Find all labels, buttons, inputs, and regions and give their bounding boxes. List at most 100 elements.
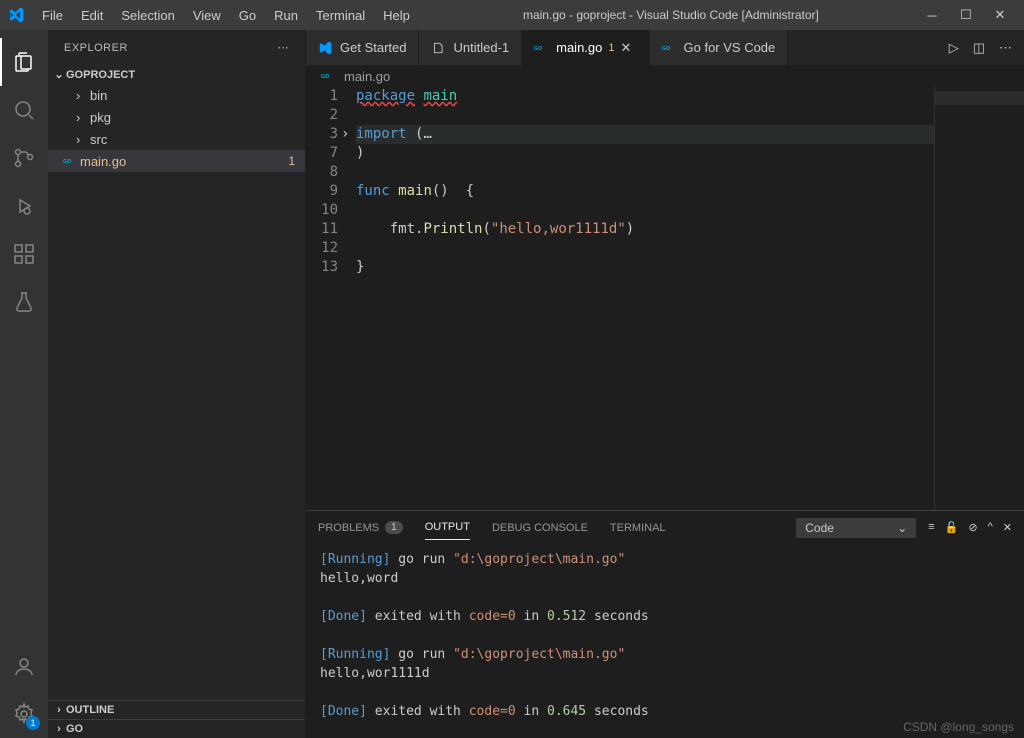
search-icon[interactable] bbox=[0, 86, 48, 134]
accounts-icon[interactable] bbox=[0, 642, 48, 690]
bottom-panel: PROBLEMS1 OUTPUT DEBUG CONSOLE TERMINAL Cod… bbox=[306, 510, 1024, 738]
svg-text:GO: GO bbox=[63, 159, 71, 165]
menu-terminal[interactable]: Terminal bbox=[308, 4, 373, 27]
project-header[interactable]: ⌄ GOPROJECT bbox=[48, 65, 305, 84]
file-tree: ›bin ›pkg ›src GO main.go 1 bbox=[48, 84, 305, 700]
output-line: [Done] exited with code=0 in 0.512 secon… bbox=[320, 607, 1010, 626]
output-line: [Running] go run "d:\goproject\main.go" bbox=[320, 645, 1010, 664]
tab-get-started[interactable]: Get Started bbox=[306, 30, 419, 65]
code-line[interactable]: package main bbox=[356, 87, 934, 106]
maximize-button[interactable]: ☐ bbox=[958, 7, 974, 23]
tab-main-go[interactable]: GOmain.go1✕ bbox=[522, 30, 649, 65]
tab-icon bbox=[431, 41, 447, 55]
menu-view[interactable]: View bbox=[185, 4, 229, 27]
outline-header[interactable]: › OUTLINE bbox=[48, 700, 305, 719]
panel-tabs: PROBLEMS1 OUTPUT DEBUG CONSOLE TERMINAL Cod… bbox=[306, 511, 1024, 544]
explorer-icon[interactable] bbox=[0, 38, 48, 86]
code-line[interactable] bbox=[356, 106, 934, 125]
split-editor-icon[interactable]: ◫ bbox=[973, 40, 985, 56]
clear-icon[interactable]: ⊘ bbox=[968, 521, 977, 534]
panel-tab-output[interactable]: OUTPUT bbox=[425, 515, 470, 540]
filter-icon[interactable]: ≡ bbox=[928, 521, 934, 534]
code-line[interactable] bbox=[356, 239, 934, 258]
chevron-right-icon: › bbox=[76, 88, 90, 103]
source-control-icon[interactable] bbox=[0, 134, 48, 182]
output-line: [Running] go run "d:\goproject\main.go" bbox=[320, 550, 1010, 569]
more-actions-icon[interactable]: ⋯ bbox=[999, 40, 1012, 56]
chevron-right-icon: › bbox=[76, 132, 90, 147]
panel-tab-terminal[interactable]: TERMINAL bbox=[610, 516, 666, 540]
more-icon[interactable]: ⋯ bbox=[278, 41, 290, 54]
menu-run[interactable]: Run bbox=[266, 4, 306, 27]
code-line[interactable]: fmt.Println("hello,wor1111d") bbox=[356, 220, 934, 239]
sidebar-title: EXPLORER ⋯ bbox=[48, 30, 305, 65]
title-bar: File Edit Selection View Go Run Terminal… bbox=[0, 0, 1024, 30]
folder-pkg[interactable]: ›pkg bbox=[48, 106, 305, 128]
chevron-down-icon: ⌄ bbox=[897, 521, 907, 535]
minimap-thumb[interactable] bbox=[935, 91, 1024, 105]
code-area[interactable]: package main ›import (…) func main() { fmt… bbox=[356, 87, 934, 510]
folder-src[interactable]: ›src bbox=[48, 128, 305, 150]
extensions-icon[interactable] bbox=[0, 230, 48, 278]
panel-actions: ≡ 🔓 ⊘ ^ ✕ bbox=[928, 521, 1012, 534]
tab-go-for-vs-code[interactable]: GO Go for VS Code bbox=[650, 30, 789, 65]
panel-tab-problems[interactable]: PROBLEMS1 bbox=[318, 515, 403, 540]
tab-untitled-1[interactable]: Untitled-1 bbox=[419, 30, 522, 65]
tab-icon: GO bbox=[534, 43, 550, 53]
go-file-icon: GO bbox=[320, 71, 338, 81]
line-gutter: 12378910111213 bbox=[306, 87, 356, 510]
sidebar: EXPLORER ⋯ ⌄ GOPROJECT ›bin ›pkg ›src GO… bbox=[48, 30, 306, 738]
window-title: main.go - goproject - Visual Studio Code… bbox=[418, 8, 924, 22]
folder-bin[interactable]: ›bin bbox=[48, 84, 305, 106]
minimap[interactable] bbox=[934, 87, 1024, 510]
editor-group: Get StartedUntitled-1GOmain.go1✕GOGo for… bbox=[306, 30, 1024, 738]
output-line: hello,word bbox=[320, 569, 1010, 588]
code-line[interactable]: } bbox=[356, 258, 934, 277]
breadcrumb[interactable]: GO main.go bbox=[306, 65, 1024, 87]
lock-icon[interactable]: 🔓 bbox=[945, 521, 959, 534]
code-line[interactable]: ) bbox=[356, 144, 934, 163]
chevron-down-icon: ⌄ bbox=[52, 68, 66, 81]
chevron-right-icon: › bbox=[76, 110, 90, 125]
activity-bar: 1 bbox=[0, 30, 48, 738]
window-controls: ─ ☐ ✕ bbox=[924, 7, 1008, 23]
minimize-button[interactable]: ─ bbox=[924, 7, 940, 23]
tab-label: Untitled-1 bbox=[453, 40, 509, 55]
output-line: hello,wor1111d bbox=[320, 664, 1010, 683]
run-debug-icon[interactable] bbox=[0, 182, 48, 230]
code-line[interactable] bbox=[356, 163, 934, 182]
maximize-panel-icon[interactable]: ^ bbox=[988, 521, 993, 534]
testing-icon[interactable] bbox=[0, 278, 48, 326]
output-channel-select[interactable]: Code⌄ bbox=[796, 518, 916, 538]
code-editor[interactable]: 12378910111213 package main ›import (…) fu… bbox=[306, 87, 1024, 510]
run-icon[interactable]: ▷ bbox=[949, 40, 959, 56]
close-tab-icon[interactable]: ✕ bbox=[621, 40, 637, 56]
file-main-go[interactable]: GO main.go 1 bbox=[48, 150, 305, 172]
fold-icon[interactable]: › bbox=[341, 125, 349, 144]
output-line bbox=[320, 626, 1010, 645]
settings-badge: 1 bbox=[26, 716, 40, 730]
panel-tab-debug-console[interactable]: DEBUG CONSOLE bbox=[492, 516, 588, 540]
settings-icon[interactable]: 1 bbox=[0, 690, 48, 738]
menu-go[interactable]: Go bbox=[231, 4, 264, 27]
close-panel-icon[interactable]: ✕ bbox=[1003, 521, 1012, 534]
tab-label: Go for VS Code bbox=[684, 40, 776, 55]
editor-tabs: Get StartedUntitled-1GOmain.go1✕GOGo for… bbox=[306, 30, 1024, 65]
app-icon bbox=[8, 7, 24, 23]
menu-selection[interactable]: Selection bbox=[113, 4, 182, 27]
tab-icon: GO bbox=[662, 43, 678, 53]
tab-icon bbox=[318, 41, 334, 55]
menu-help[interactable]: Help bbox=[375, 4, 418, 27]
go-section-header[interactable]: › GO bbox=[48, 719, 305, 738]
svg-text:GO: GO bbox=[321, 74, 329, 80]
output-line bbox=[320, 588, 1010, 607]
menu-file[interactable]: File bbox=[34, 4, 71, 27]
code-line[interactable]: func main() { bbox=[356, 182, 934, 201]
code-line[interactable]: ›import (… bbox=[356, 125, 934, 144]
output-body[interactable]: [Running] go run "d:\goproject\main.go"h… bbox=[306, 544, 1024, 738]
menubar: File Edit Selection View Go Run Terminal… bbox=[34, 4, 418, 27]
close-button[interactable]: ✕ bbox=[992, 7, 1008, 23]
code-line[interactable] bbox=[356, 201, 934, 220]
svg-text:GO: GO bbox=[662, 46, 670, 52]
menu-edit[interactable]: Edit bbox=[73, 4, 111, 27]
